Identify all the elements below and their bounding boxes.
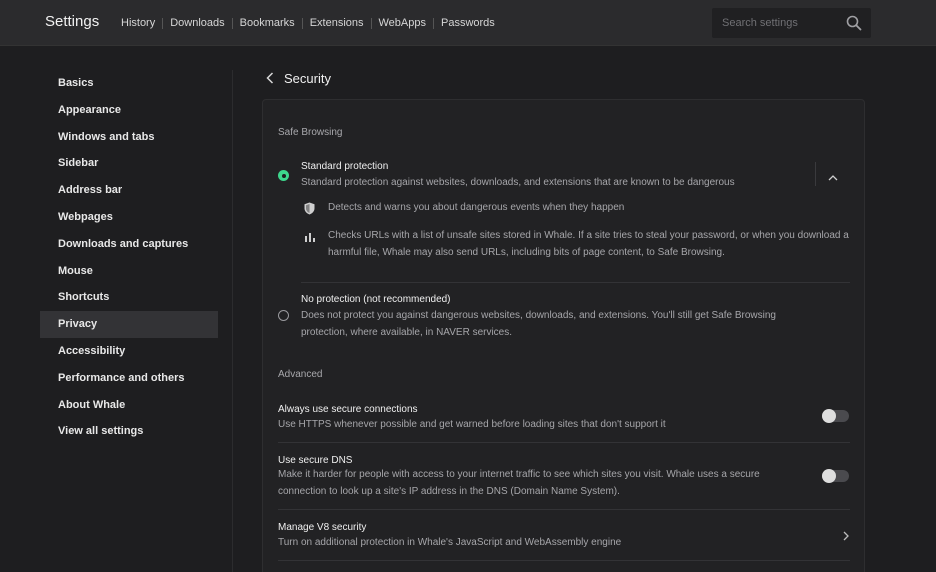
option-divider bbox=[301, 282, 850, 283]
secure-dns-desc: Make it harder for people with access to… bbox=[278, 469, 760, 497]
sidebar-item-webpages[interactable]: Webpages bbox=[40, 204, 218, 231]
sidebar-item-about-whale[interactable]: About Whale bbox=[40, 392, 218, 419]
nav-divider bbox=[433, 17, 434, 29]
row-divider bbox=[278, 509, 850, 510]
search-input[interactable] bbox=[722, 8, 842, 38]
nav-downloads[interactable]: Downloads bbox=[170, 17, 224, 29]
secure-dns-title: Use secure DNS bbox=[278, 455, 353, 466]
sidebar-item-mouse[interactable]: Mouse bbox=[40, 258, 218, 285]
nav-extensions[interactable]: Extensions bbox=[310, 17, 364, 29]
secure-connections-desc: Use HTTPS whenever possible and get warn… bbox=[278, 419, 666, 430]
shield-icon bbox=[304, 202, 315, 215]
sidebar-item-address-bar[interactable]: Address bar bbox=[40, 177, 218, 204]
nav-bookmarks[interactable]: Bookmarks bbox=[240, 17, 295, 29]
app-title: Settings bbox=[45, 13, 100, 30]
standard-protection-radio[interactable] bbox=[278, 170, 289, 181]
sidebar-item-privacy[interactable]: Privacy bbox=[40, 311, 218, 338]
nav-divider bbox=[231, 17, 233, 29]
security-settings-card: Safe Browsing Standard protection Standa… bbox=[262, 99, 865, 572]
collapse-button[interactable] bbox=[825, 168, 841, 181]
chevron-right-icon bbox=[843, 531, 849, 541]
v8-security-title: Manage V8 security bbox=[278, 522, 367, 533]
standard-protection-title: Standard protection bbox=[301, 161, 389, 172]
sidebar-item-downloads-and-captures[interactable]: Downloads and captures bbox=[40, 231, 218, 258]
no-protection-title: No protection (not recommended) bbox=[301, 294, 451, 305]
no-protection-desc: Does not protect you against dangerous w… bbox=[301, 310, 776, 338]
safe-browsing-label: Safe Browsing bbox=[278, 127, 343, 138]
chevron-left-icon bbox=[266, 72, 274, 84]
toggle-knob bbox=[822, 409, 836, 423]
top-nav: History Downloads Bookmarks Extensions W… bbox=[121, 17, 495, 29]
secure-dns-toggle[interactable] bbox=[822, 469, 849, 483]
radio-selected[interactable] bbox=[278, 170, 289, 181]
sidebar-item-view-all-settings[interactable]: View all settings bbox=[40, 418, 218, 445]
top-bar: Settings History Downloads Bookmarks Ext… bbox=[0, 0, 936, 46]
nav-divider bbox=[370, 17, 372, 29]
safe-browsing-detail-text: Detects and warns you about dangerous ev… bbox=[328, 202, 625, 213]
sidebar-item-appearance[interactable]: Appearance bbox=[40, 97, 218, 124]
advanced-label: Advanced bbox=[278, 369, 323, 380]
v8-security-open-button[interactable] bbox=[843, 528, 853, 541]
v8-security-desc: Turn on additional protection in Whale's… bbox=[278, 537, 622, 548]
sidebar-item-windows-and-tabs[interactable]: Windows and tabs bbox=[40, 124, 218, 151]
nav-passwords[interactable]: Passwords bbox=[441, 17, 495, 29]
safe-browsing-detail-text: Checks URLs with a list of unsafe sites … bbox=[328, 230, 849, 258]
search-icon[interactable] bbox=[846, 15, 862, 31]
no-protection-radio[interactable] bbox=[278, 310, 289, 321]
page-header: Security bbox=[266, 70, 331, 86]
back-button[interactable] bbox=[266, 70, 276, 86]
sidebar-item-performance[interactable]: Performance and others bbox=[40, 365, 218, 392]
radio-unselected[interactable] bbox=[278, 310, 289, 321]
nav-divider bbox=[301, 17, 303, 29]
bar-chart-icon bbox=[305, 233, 315, 242]
sidebar-item-sidebar[interactable]: Sidebar bbox=[40, 150, 218, 177]
secure-connections-toggle[interactable] bbox=[822, 409, 849, 423]
settings-sidebar: Basics Appearance Windows and tabs Sideb… bbox=[40, 70, 218, 445]
secure-connections-title: Always use secure connections bbox=[278, 404, 418, 415]
search-box bbox=[712, 8, 871, 38]
chevron-up-icon bbox=[828, 175, 838, 181]
toggle-knob bbox=[822, 469, 836, 483]
sidebar-item-shortcuts[interactable]: Shortcuts bbox=[40, 284, 218, 311]
sidebar-divider bbox=[232, 70, 233, 572]
row-divider bbox=[278, 560, 850, 561]
expand-divider bbox=[815, 162, 816, 186]
nav-webapps[interactable]: WebApps bbox=[379, 17, 427, 29]
row-divider bbox=[278, 442, 850, 443]
page-title: Security bbox=[284, 70, 331, 86]
sidebar-item-basics[interactable]: Basics bbox=[40, 70, 218, 97]
standard-protection-desc: Standard protection against websites, do… bbox=[301, 177, 735, 188]
nav-divider bbox=[162, 17, 164, 29]
sidebar-item-accessibility[interactable]: Accessibility bbox=[40, 338, 218, 365]
nav-history[interactable]: History bbox=[121, 17, 155, 29]
